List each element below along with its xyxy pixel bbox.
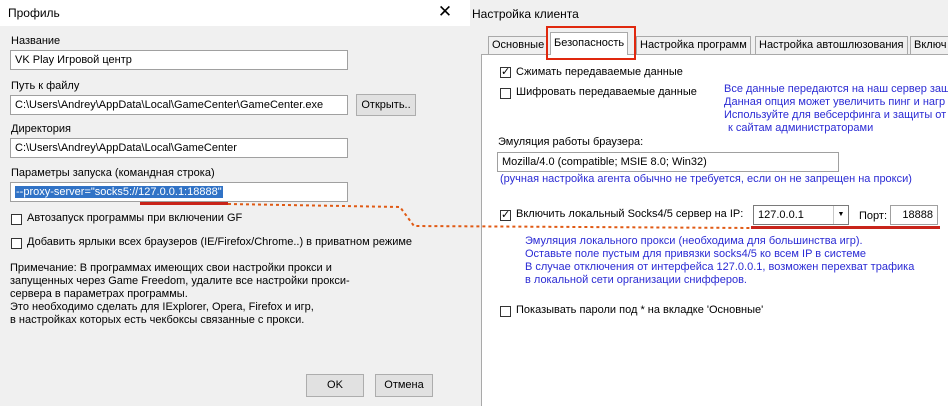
tab-include[interactable]: Включ <box>910 36 948 54</box>
name-label: Название <box>11 35 61 47</box>
close-icon[interactable]: ✕ <box>436 2 454 22</box>
tab-autogateway-settings[interactable]: Настройка автошлюзования <box>755 36 908 54</box>
port-field[interactable]: 18888 <box>890 205 938 225</box>
params-field-value: --proxy-server="socks5://127.0.0.1:18888… <box>15 186 223 198</box>
socks-note-line: Эмуляция локального прокси (необходима д… <box>525 235 863 247</box>
params-label: Параметры запуска (командная строка) <box>11 167 215 179</box>
port-value: 18888 <box>902 209 933 221</box>
local-socks-label: Включить локальный Socks4/5 сервер на IP… <box>516 208 744 220</box>
socks-note-line: В случае отключения от интерфейса 127.0.… <box>525 261 915 273</box>
encrypt-data-checkbox[interactable] <box>500 88 511 99</box>
socks-note-line: в локальной сети организации снифферов. <box>525 274 747 286</box>
open-file-button[interactable]: Открыть.. <box>356 94 416 116</box>
port-label: Порт: <box>859 210 887 222</box>
chevron-down-icon[interactable]: ▼ <box>833 206 848 224</box>
directory-label: Директория <box>11 123 72 135</box>
compress-data-label: Сжимать передаваемые данные <box>516 66 683 78</box>
path-field-value: C:\Users\Andrey\AppData\Local\GameCenter… <box>15 99 324 111</box>
encrypt-note-line: Используйте для вебсерфинга и защиты от <box>724 109 947 121</box>
autostart-checkbox[interactable] <box>11 214 22 225</box>
browser-shortcuts-checkbox[interactable] <box>11 238 22 249</box>
proxy-note-line: Это необходимо сделать для IExplorer, Op… <box>10 301 314 313</box>
params-annotation-underline <box>140 202 228 205</box>
encrypt-note-line: Все данные передаются на наш сервер заш <box>724 83 948 95</box>
profile-title-bar[interactable]: Профиль ✕ <box>0 0 470 26</box>
autostart-label: Автозапуск программы при включении GF <box>27 212 243 224</box>
ip-combobox[interactable]: 127.0.0.1 ▼ <box>753 205 849 225</box>
tab-program-settings[interactable]: Настройка программ <box>636 36 751 54</box>
client-settings-title: Настройка клиента <box>472 7 579 21</box>
compress-data-checkbox[interactable] <box>500 65 511 79</box>
encrypt-note-line: Данная опция может увеличить пинг и нагр <box>724 96 946 108</box>
tab-main[interactable]: Основные <box>488 36 549 54</box>
path-label: Путь к файлу <box>11 80 80 92</box>
local-socks-checkbox[interactable] <box>500 208 511 222</box>
name-field-value: VK Play Игровой центр <box>15 54 132 66</box>
proxy-note-line: Примечание: В программах имеющих свои на… <box>10 262 332 274</box>
user-agent-field[interactable]: Mozilla/4.0 (compatible; MSIE 8.0; Win32… <box>497 152 839 172</box>
proxy-note-line: сервера в параметрах программы. <box>10 288 188 300</box>
proxy-note-line: в настройках которых есть чекбоксы связа… <box>10 314 305 326</box>
encrypt-data-label: Шифровать передаваемые данные <box>516 86 697 98</box>
encrypt-note-line: к сайтам администраторами <box>728 122 874 134</box>
params-field[interactable]: --proxy-server="socks5://127.0.0.1:18888… <box>10 182 348 202</box>
path-field[interactable]: C:\Users\Andrey\AppData\Local\GameCenter… <box>10 95 348 115</box>
cancel-button[interactable]: Отмена <box>375 374 433 397</box>
socks-annotation-underline <box>751 226 940 229</box>
user-agent-value: Mozilla/4.0 (compatible; MSIE 8.0; Win32… <box>502 156 707 168</box>
browser-shortcuts-label: Добавить ярлыки всех браузеров (IE/Firef… <box>27 236 413 248</box>
directory-field-value: C:\Users\Andrey\AppData\Local\GameCenter <box>15 142 237 154</box>
proxy-note: Примечание: В программах имеющих свои на… <box>10 262 370 327</box>
name-field[interactable]: VK Play Игровой центр <box>10 50 348 70</box>
show-passwords-label: Показывать пароли под * на вкладке 'Осно… <box>516 304 764 316</box>
proxy-note-line: запущенных через Game Freedom, удалите в… <box>10 275 350 287</box>
socks-note-line: Оставьте поле пустым для привязки socks4… <box>525 248 867 260</box>
ip-value: 127.0.0.1 <box>758 209 804 221</box>
client-settings-dialog: Настройка клиента Основные Безопасность … <box>470 0 948 406</box>
security-tab-highlight <box>546 26 636 60</box>
profile-dialog: Профиль ✕ Название VK Play Игровой центр… <box>0 0 470 406</box>
user-agent-note: (ручная настройка агента обычно не требу… <box>500 173 912 185</box>
ok-button[interactable]: OK <box>306 374 364 397</box>
show-passwords-checkbox[interactable] <box>500 306 511 317</box>
browser-emulation-label: Эмуляция работы браузера: <box>498 136 644 148</box>
profile-dialog-title: Профиль <box>8 6 60 20</box>
directory-field[interactable]: C:\Users\Andrey\AppData\Local\GameCenter <box>10 138 348 158</box>
